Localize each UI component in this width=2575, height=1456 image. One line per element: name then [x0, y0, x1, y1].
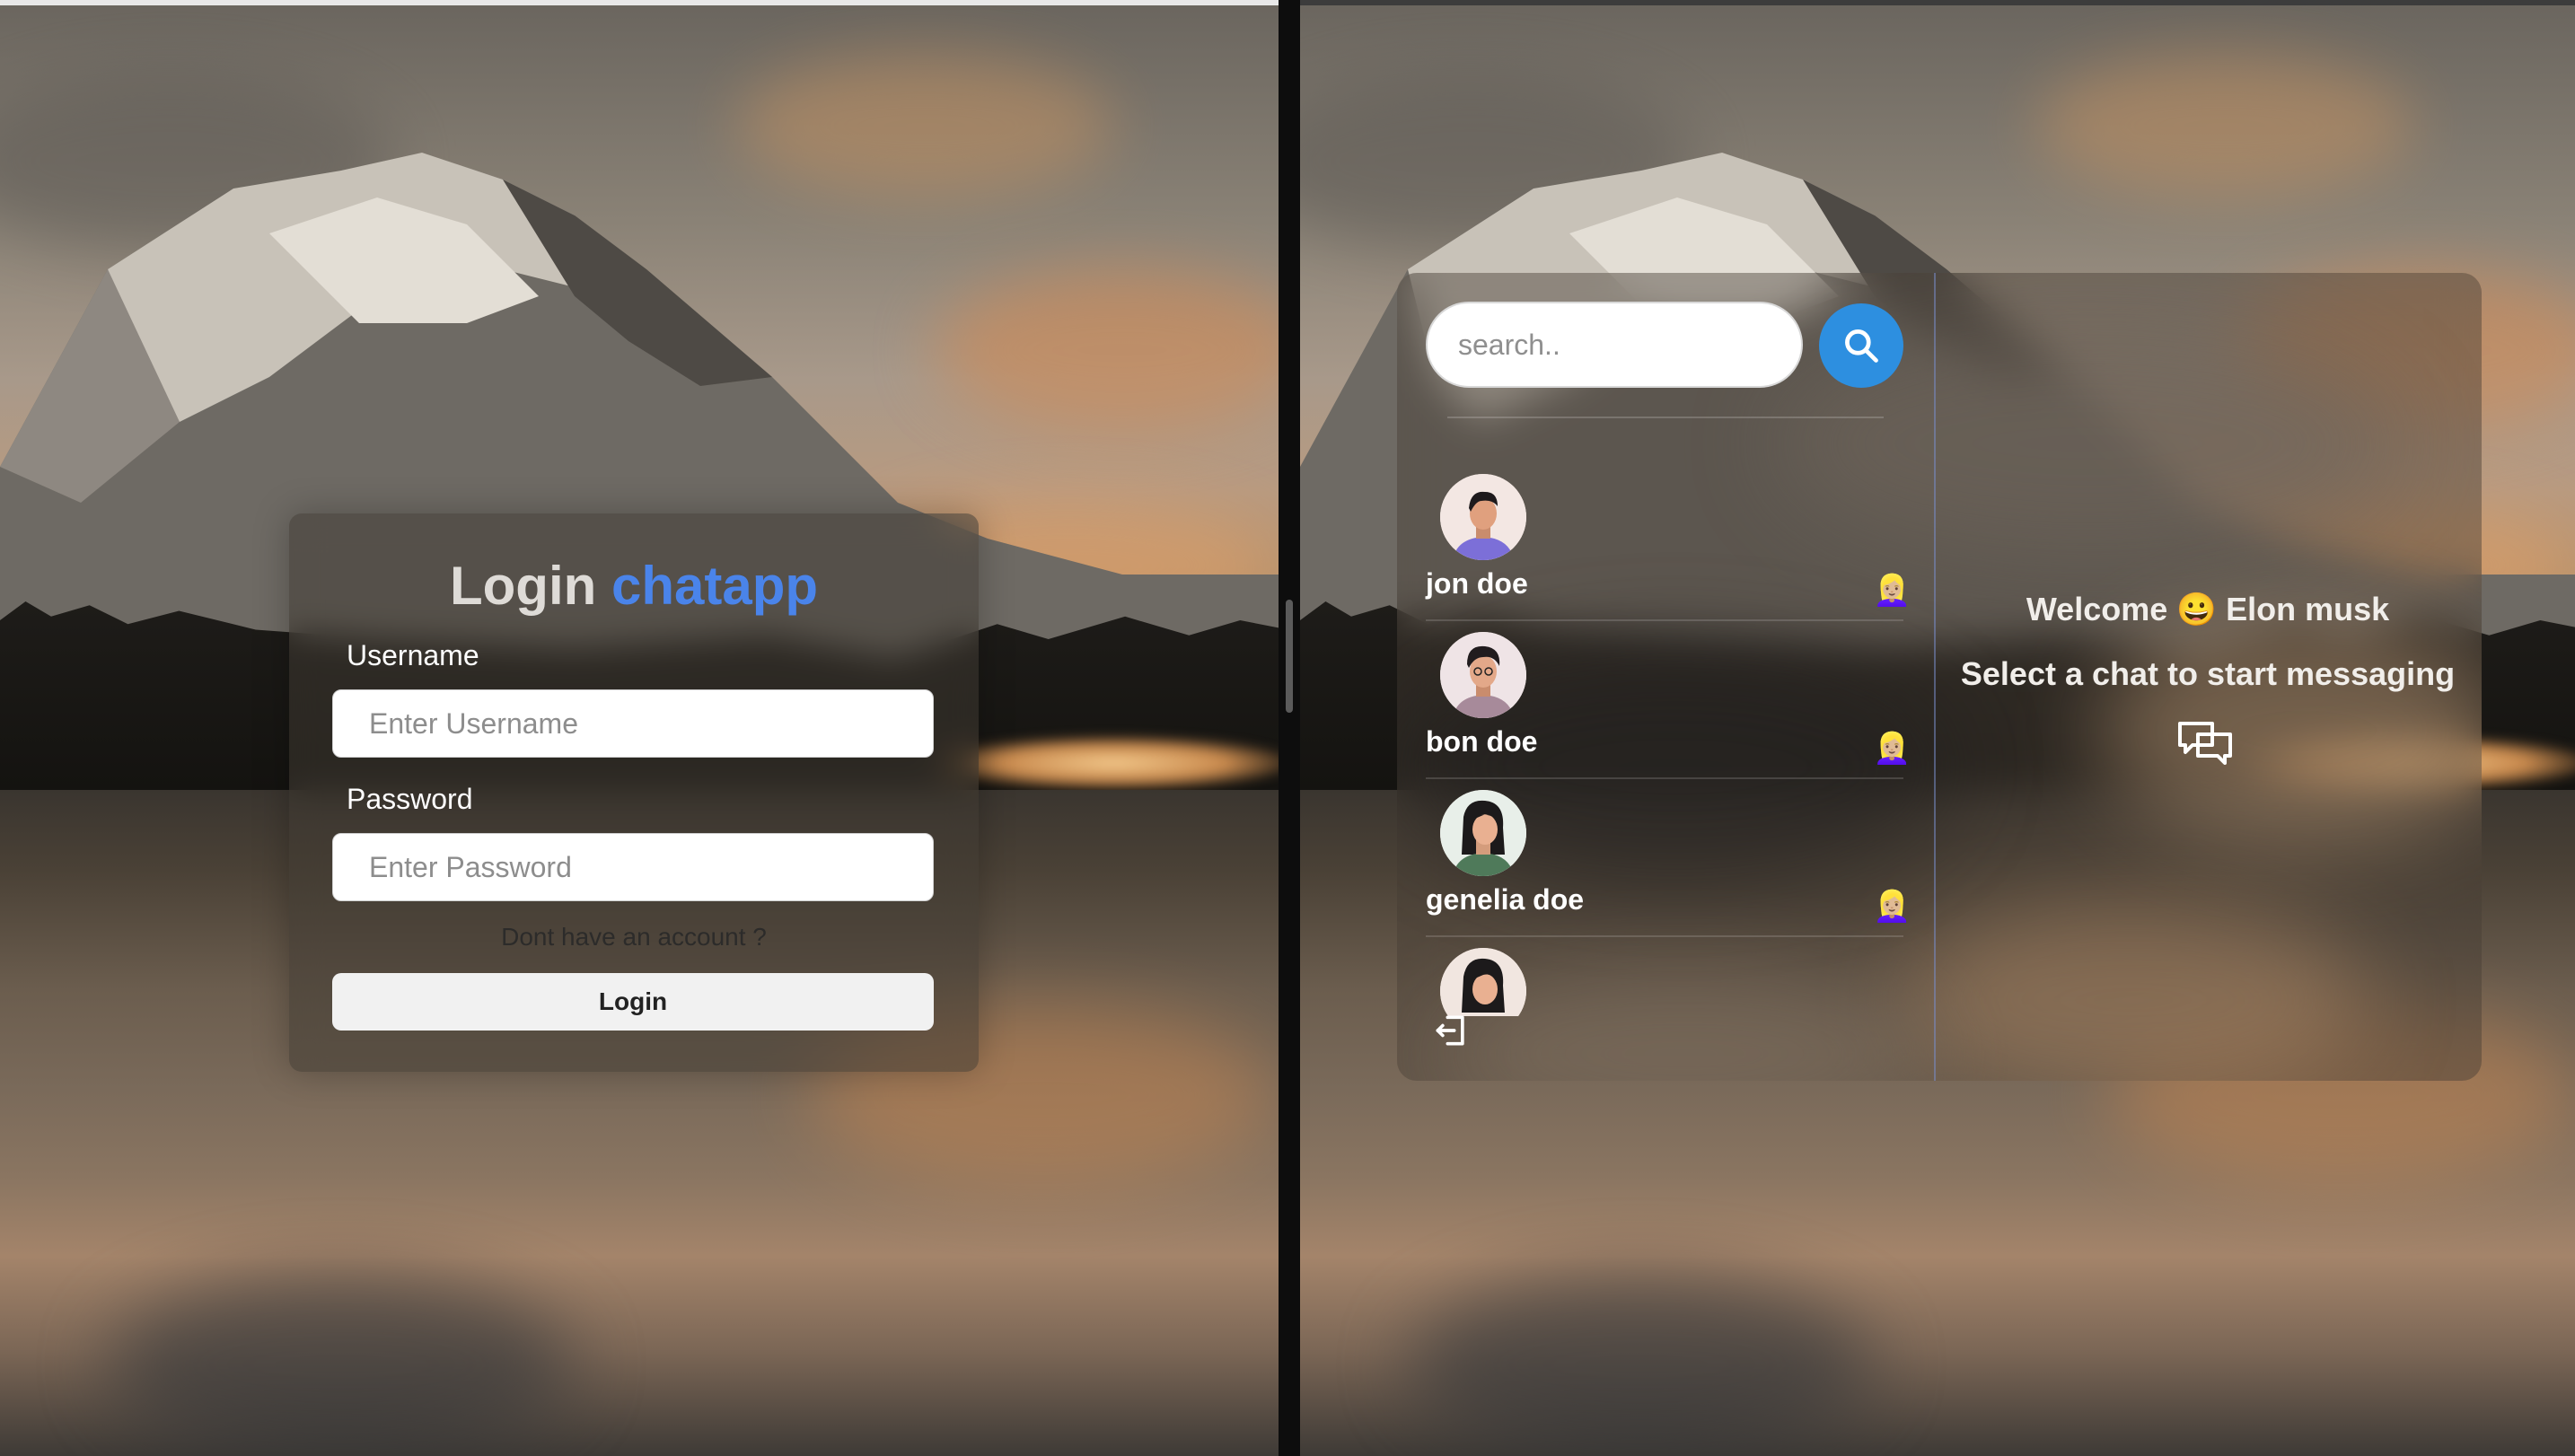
chat-bubbles-icon — [2178, 722, 2232, 765]
conversation-item[interactable]: genelia doe 👱🏼‍♀️ — [1397, 783, 1934, 941]
login-title-text: Login — [450, 556, 597, 616]
search-input[interactable] — [1426, 302, 1803, 388]
conversation-item[interactable]: jon doe 👱🏼‍♀️ — [1397, 467, 1934, 625]
window-top-edge — [1300, 0, 2575, 5]
sidebar-divider — [1447, 417, 1884, 418]
welcome-message: Welcome 😀 Elon musk — [1934, 591, 2482, 628]
username-label: Username — [347, 639, 479, 671]
conversation-item[interactable] — [1397, 941, 1934, 1016]
split-divider — [1279, 0, 1300, 1456]
welcome-word: Welcome — [2026, 591, 2168, 627]
conversation-list: jon doe 👱🏼‍♀️ — [1397, 467, 1934, 1016]
select-chat-prompt: Select a chat to start messaging — [1960, 655, 2456, 692]
split-resize-handle[interactable] — [1286, 600, 1293, 713]
conversation-name: bon doe — [1426, 725, 1538, 758]
login-window: Login chatapp Username Password Dont hav… — [0, 0, 1279, 1456]
search-button[interactable] — [1819, 303, 1903, 388]
logout-icon[interactable] — [1431, 1011, 1471, 1050]
search-icon — [1845, 329, 1878, 363]
status-emoji: 👱🏼‍♀️ — [1873, 732, 1911, 766]
status-emoji: 👱🏼‍♀️ — [1873, 574, 1911, 608]
chat-container: jon doe 👱🏼‍♀️ — [1397, 273, 2482, 1081]
login-button[interactable]: Login — [332, 973, 934, 1031]
sidebar: jon doe 👱🏼‍♀️ — [1397, 273, 1936, 1081]
chat-window: jon doe 👱🏼‍♀️ — [1300, 0, 2575, 1456]
avatar — [1440, 790, 1526, 876]
avatar — [1440, 632, 1526, 718]
welcome-emoji: 😀 — [2176, 591, 2218, 627]
welcome-username: Elon musk — [2226, 591, 2390, 627]
conversation-name: jon doe — [1426, 567, 1528, 600]
status-emoji: 👱🏼‍♀️ — [1873, 890, 1911, 924]
signup-link[interactable]: Dont have an account ? — [289, 923, 979, 952]
conversation-name: genelia doe — [1426, 883, 1585, 916]
avatar — [1440, 948, 1526, 1016]
conversation-item[interactable]: bon doe 👱🏼‍♀️ — [1397, 625, 1934, 783]
no-chat-selected: Welcome 😀 Elon musk Select a chat to sta… — [1934, 273, 2482, 1081]
username-input[interactable] — [332, 689, 934, 758]
password-input[interactable] — [332, 833, 934, 901]
login-title: Login chatapp — [289, 555, 979, 617]
password-label: Password — [347, 783, 473, 815]
window-top-edge — [0, 0, 1279, 5]
avatar — [1440, 474, 1526, 560]
brand-name: chatapp — [611, 556, 818, 616]
login-card: Login chatapp Username Password Dont hav… — [289, 513, 979, 1072]
